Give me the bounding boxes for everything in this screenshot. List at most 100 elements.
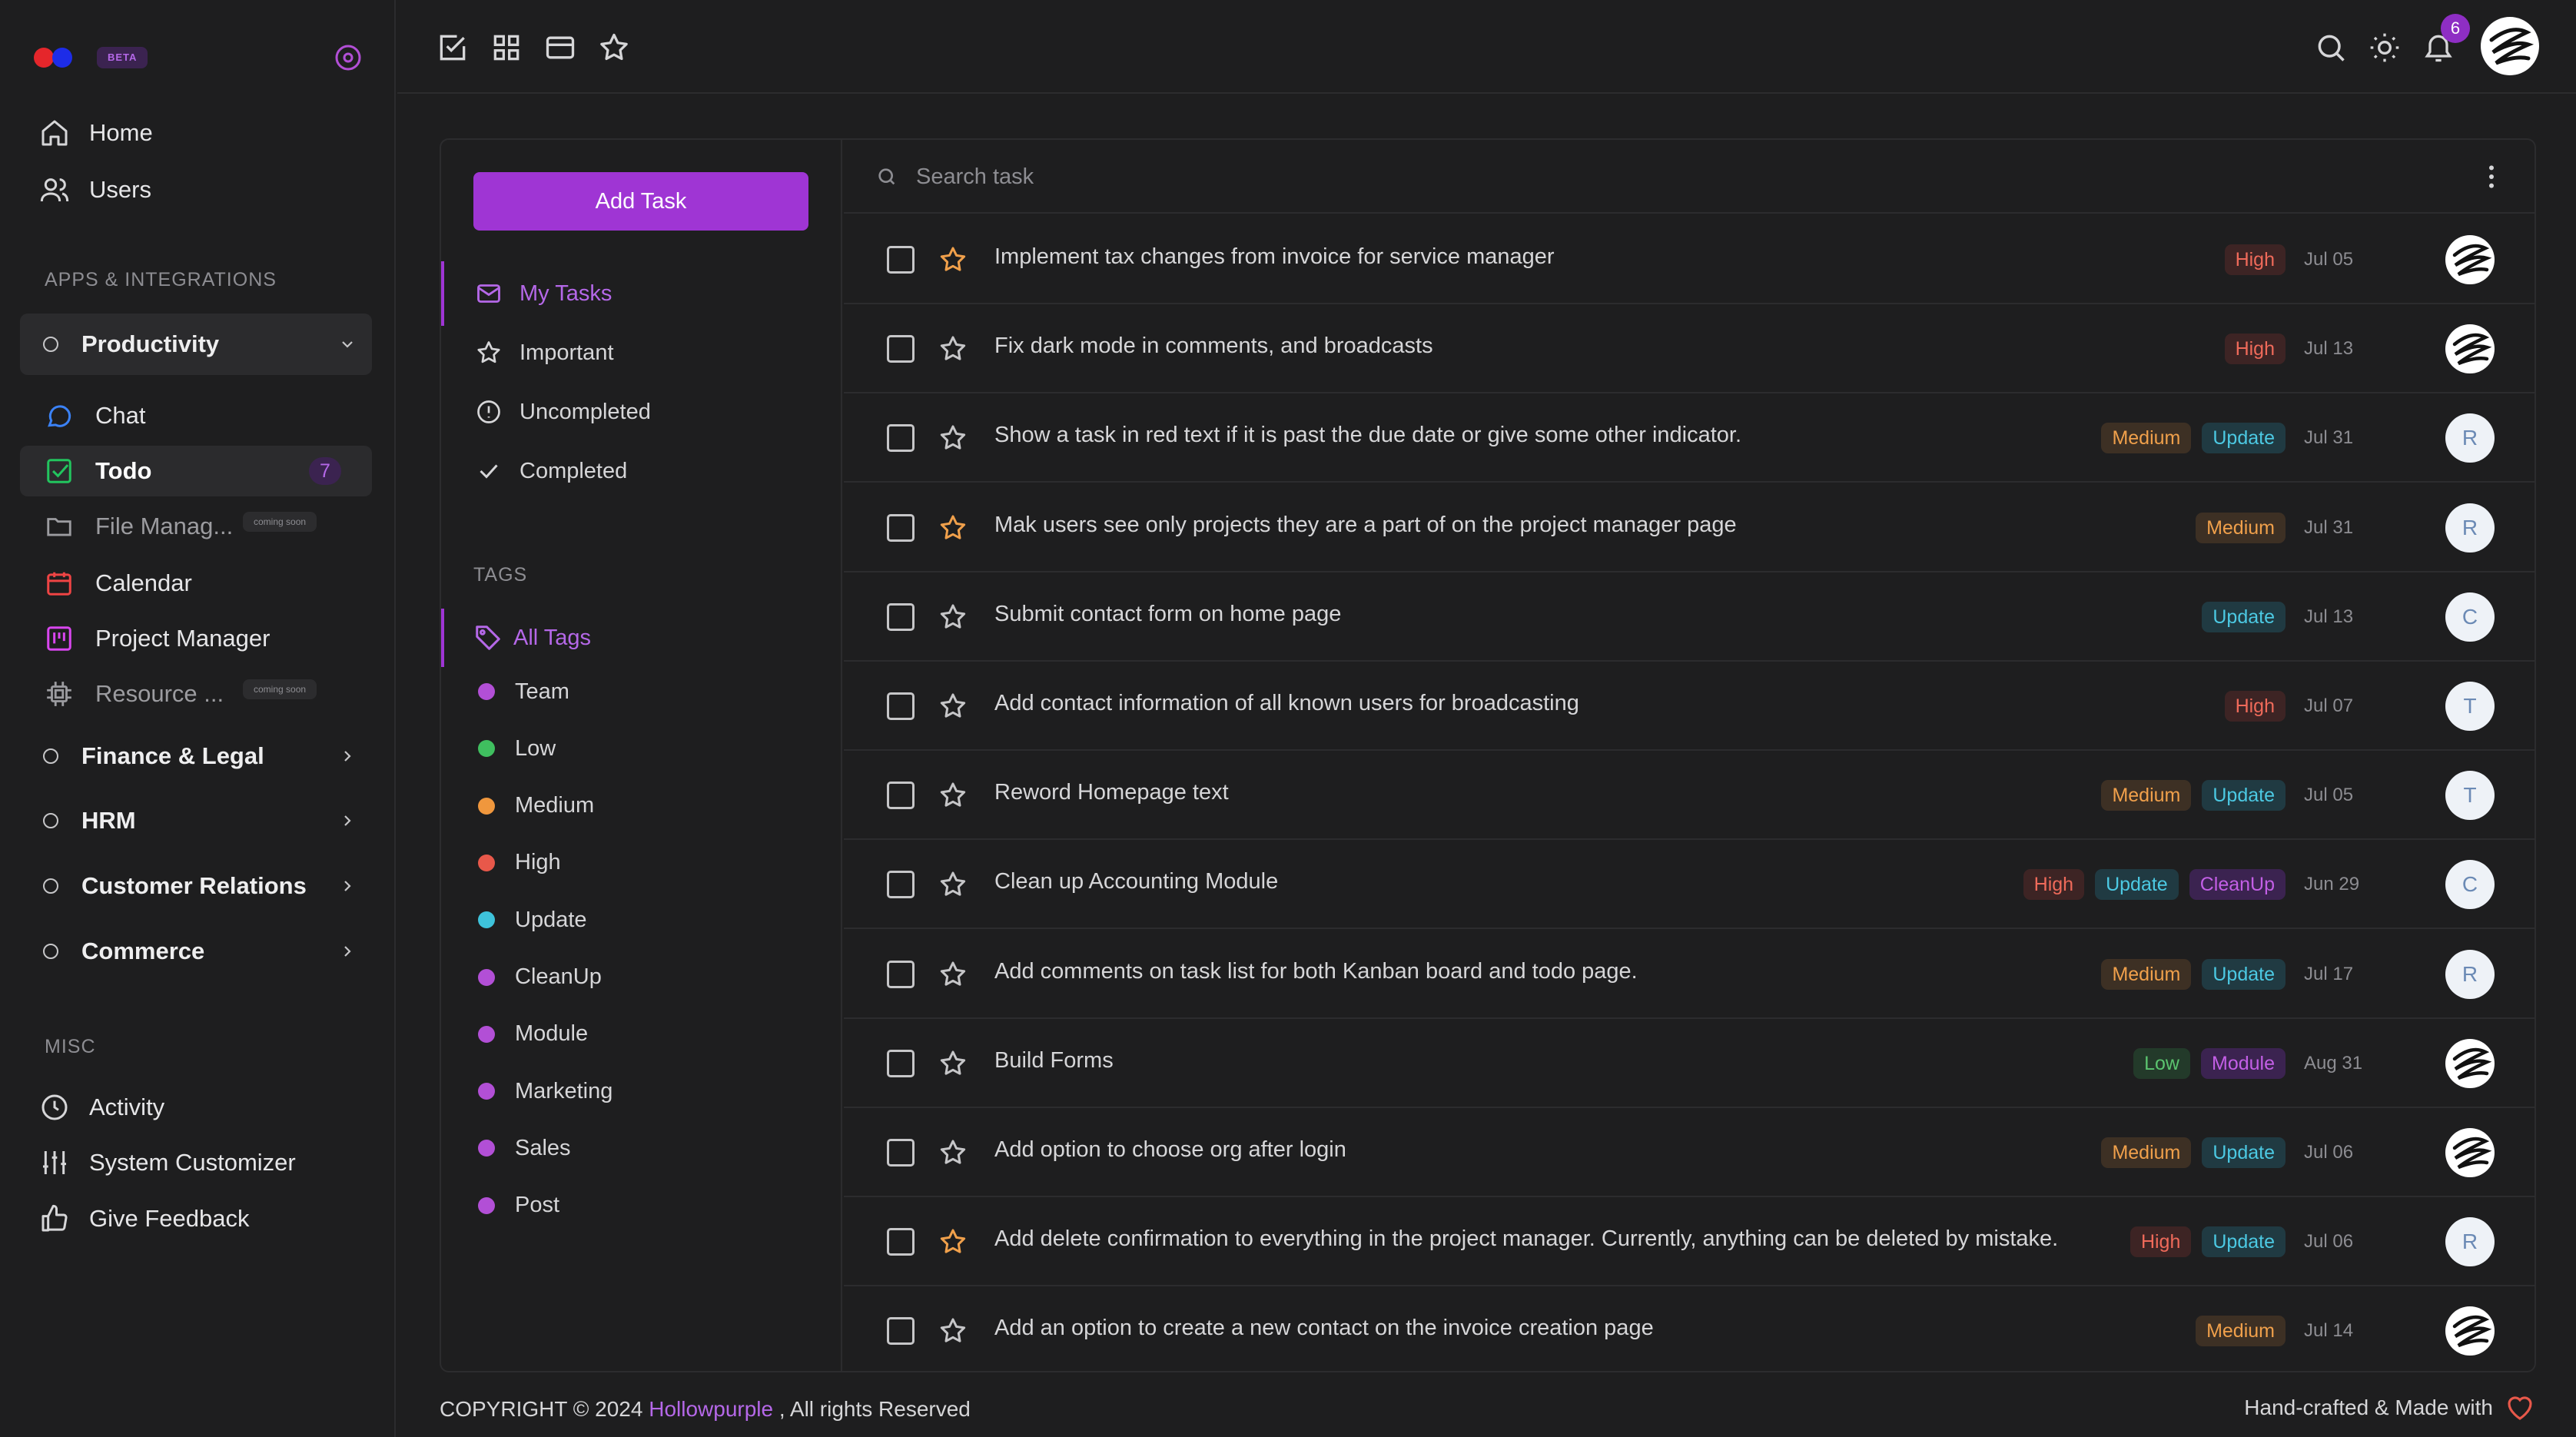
credit-card-icon[interactable] [543, 31, 577, 65]
task-checkbox[interactable] [887, 1139, 915, 1167]
filter-important[interactable]: Important [441, 330, 841, 376]
star-icon[interactable] [597, 31, 631, 65]
task-tag-chip: Update [2202, 780, 2286, 811]
footer-made-with: Hand-crafted & Made with [2244, 1391, 2536, 1425]
tag-low[interactable]: Low [441, 727, 841, 770]
task-row[interactable]: Show a task in red text if it is past th… [844, 393, 2535, 483]
task-checkbox[interactable] [887, 1317, 915, 1346]
task-checkbox[interactable] [887, 782, 915, 810]
add-task-button[interactable]: Add Task [473, 172, 808, 231]
star-icon[interactable] [938, 780, 968, 811]
task-checkbox[interactable] [887, 335, 915, 363]
tag-label: Sales [515, 1135, 571, 1160]
star-icon[interactable] [938, 1137, 968, 1168]
nav-resource[interactable]: Resource ... coming soon [20, 669, 372, 719]
tag-team[interactable]: Team [441, 670, 841, 713]
star-icon[interactable] [938, 691, 968, 722]
tag-module[interactable]: Module [441, 1013, 841, 1056]
task-tag-chip: Module [2201, 1047, 2286, 1079]
group-hrm[interactable]: HRM [20, 790, 372, 851]
sidebar-toggle-icon[interactable] [334, 43, 363, 72]
task-checkbox[interactable] [887, 246, 915, 274]
task-checkbox[interactable] [887, 513, 915, 542]
nav-todo[interactable]: Todo 7 [20, 446, 372, 496]
task-title: Add delete confirmation to everything in… [994, 1226, 2059, 1252]
tag-marketing[interactable]: Marketing [441, 1070, 841, 1113]
search-icon[interactable] [2314, 31, 2348, 65]
task-row[interactable]: Reword Homepage text Medium Update Jul 05 T [844, 751, 2535, 841]
filter-completed-label: Completed [520, 458, 628, 483]
logo[interactable] [34, 46, 75, 69]
tag-all[interactable]: All Tags [441, 609, 841, 667]
star-icon[interactable] [938, 1226, 968, 1257]
task-row[interactable]: Add contact information of all known use… [844, 662, 2535, 751]
group-commerce[interactable]: Commerce [20, 921, 372, 982]
task-row[interactable]: Mak users see only projects they are a p… [844, 483, 2535, 572]
nav-chat[interactable]: Chat [20, 390, 372, 441]
more-vertical-icon[interactable] [2476, 161, 2507, 192]
tag-high[interactable]: High [441, 841, 841, 884]
task-row[interactable]: Build Forms Low Module Aug 31 [844, 1019, 2535, 1108]
nav-file-manager[interactable]: File Manag... coming soon [20, 501, 372, 552]
task-row[interactable]: Add an option to create a new contact on… [844, 1286, 2535, 1371]
tag-post[interactable]: Post [441, 1184, 841, 1227]
filter-uncompleted[interactable]: Uncompleted [441, 389, 841, 435]
tag-sales[interactable]: Sales [441, 1127, 841, 1170]
task-checkbox[interactable] [887, 602, 915, 631]
star-icon[interactable] [938, 513, 968, 543]
task-checkbox[interactable] [887, 871, 915, 899]
task-checkbox[interactable] [887, 1049, 915, 1077]
nav-activity[interactable]: Activity [20, 1082, 372, 1133]
tag-cleanup[interactable]: CleanUp [441, 956, 841, 999]
chevron-down-icon [338, 335, 357, 353]
group-customer-relations[interactable]: Customer Relations [20, 855, 372, 917]
task-checkbox[interactable] [887, 1228, 915, 1256]
nav-project-manager[interactable]: Project Manager [20, 613, 372, 664]
nav-system-customizer[interactable]: System Customizer [20, 1137, 372, 1188]
task-due-date: Jul 07 [2304, 695, 2354, 716]
filter-completed[interactable]: Completed [441, 448, 841, 494]
group-productivity[interactable]: Productivity [20, 314, 372, 375]
task-row[interactable]: Add option to choose org after login Medi… [844, 1108, 2535, 1197]
star-icon[interactable] [938, 1316, 968, 1346]
nav-users[interactable]: Users [20, 164, 372, 215]
task-meta: High Update CleanUp Jun 29 [2013, 868, 2362, 901]
star-icon[interactable] [938, 1048, 968, 1079]
tag-update[interactable]: Update [441, 898, 841, 941]
task-row[interactable]: Fix dark mode in comments, and broadcast… [844, 304, 2535, 394]
star-icon[interactable] [938, 423, 968, 453]
star-icon[interactable] [938, 869, 968, 900]
task-row[interactable]: Clean up Accounting Module High Update Clea… [844, 840, 2535, 930]
tag-medium[interactable]: Medium [441, 785, 841, 828]
task-checkbox[interactable] [887, 692, 915, 720]
nav-give-feedback[interactable]: Give Feedback [20, 1193, 372, 1244]
task-row[interactable]: Add delete confirmation to everything in… [844, 1197, 2535, 1287]
theme-sun-icon[interactable] [2368, 31, 2402, 65]
filter-my-tasks[interactable]: My Tasks [441, 261, 841, 326]
star-icon[interactable] [938, 602, 968, 632]
task-due-date: Jul 06 [2304, 1231, 2354, 1253]
group-finance[interactable]: Finance & Legal [20, 725, 372, 787]
assignee-avatar [2445, 1128, 2495, 1177]
search-input[interactable] [916, 155, 2299, 198]
user-avatar[interactable] [2481, 17, 2539, 75]
task-row[interactable]: Submit contact form on home page Update Ju… [844, 572, 2535, 662]
todo-shortcut-icon[interactable] [436, 31, 470, 65]
task-meta: High Update Jul 06 [2120, 1225, 2362, 1259]
nav-calendar[interactable]: Calendar [20, 558, 372, 609]
grid-icon[interactable] [490, 31, 523, 65]
task-row[interactable]: Implement tax changes from invoice for s… [844, 215, 2535, 304]
task-tag-chip: Medium [2196, 1316, 2286, 1347]
task-title: Reword Homepage text [994, 780, 1229, 805]
task-checkbox[interactable] [887, 960, 915, 988]
task-checkbox[interactable] [887, 424, 915, 453]
star-icon[interactable] [938, 244, 968, 275]
nav-home[interactable]: Home [20, 108, 372, 158]
task-meta: Low Module Aug 31 [2123, 1047, 2362, 1080]
footer-brand-link[interactable]: Hollowpurple [649, 1397, 773, 1421]
chevron-right-icon [338, 942, 357, 961]
star-icon[interactable] [938, 959, 968, 990]
tag-label: CleanUp [515, 964, 602, 989]
task-row[interactable]: Add comments on task list for both Kanba… [844, 930, 2535, 1019]
star-icon[interactable] [938, 334, 968, 364]
